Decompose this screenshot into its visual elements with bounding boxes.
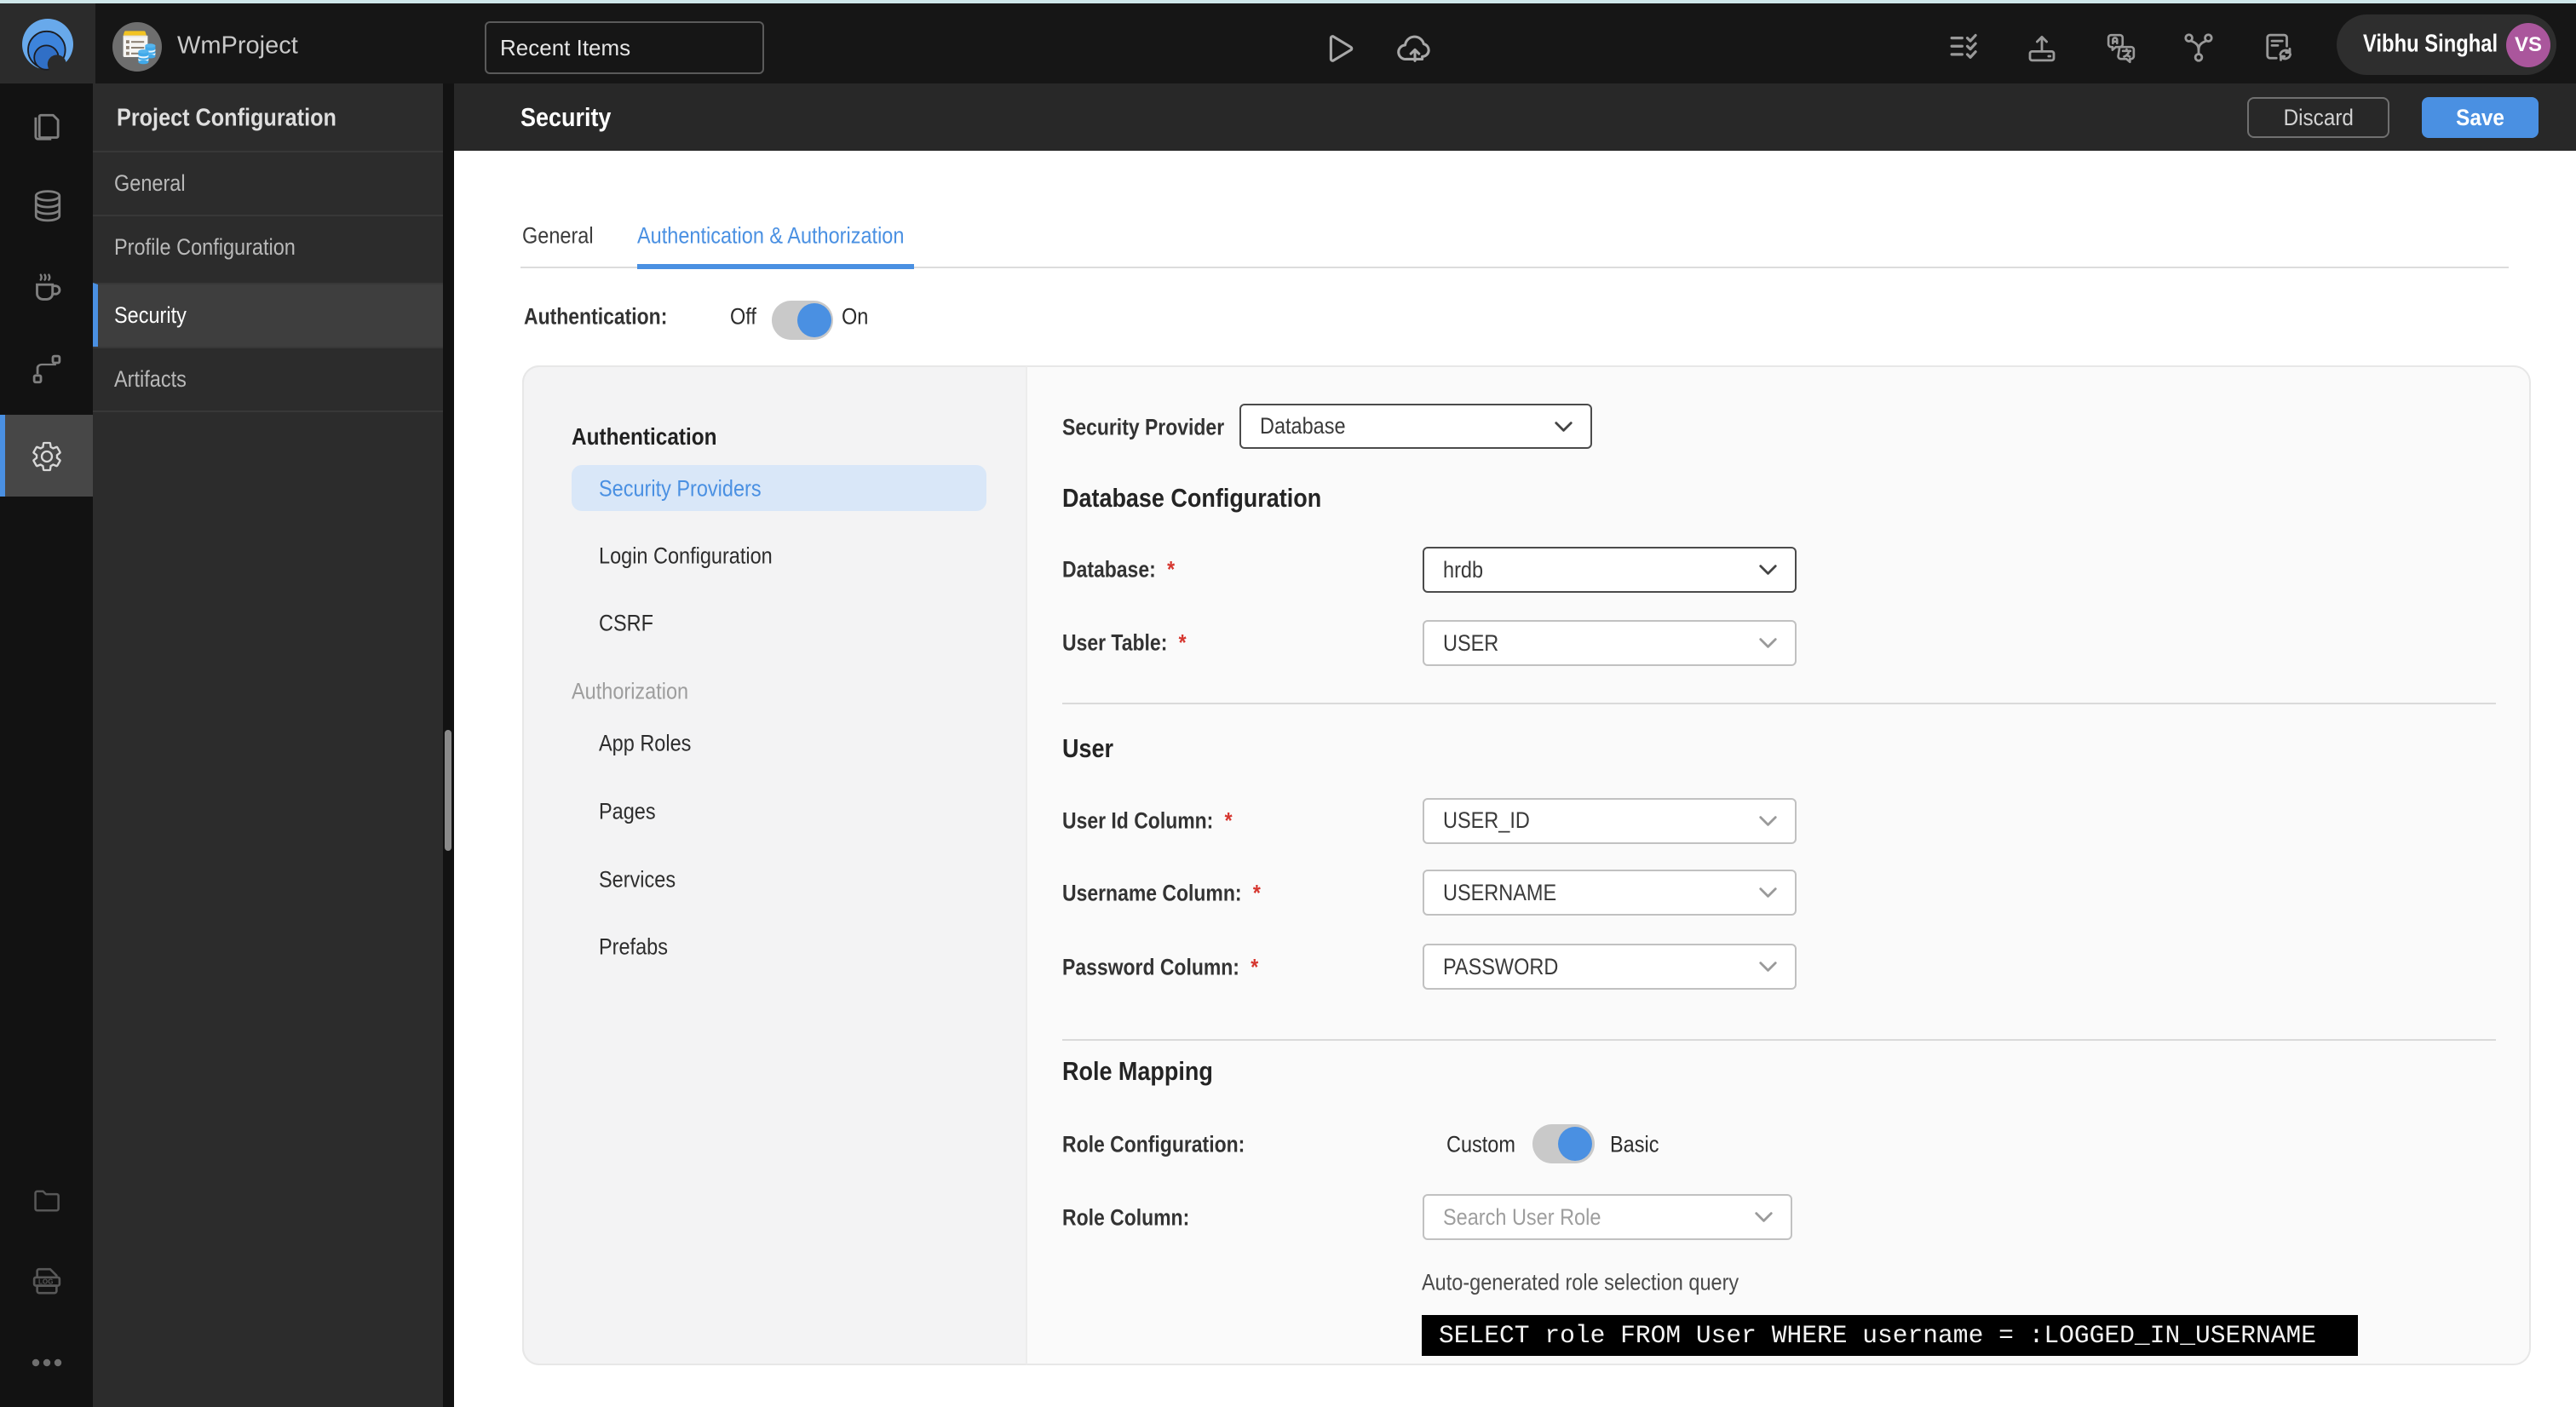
svg-text:LOG: LOG [38,1278,53,1286]
